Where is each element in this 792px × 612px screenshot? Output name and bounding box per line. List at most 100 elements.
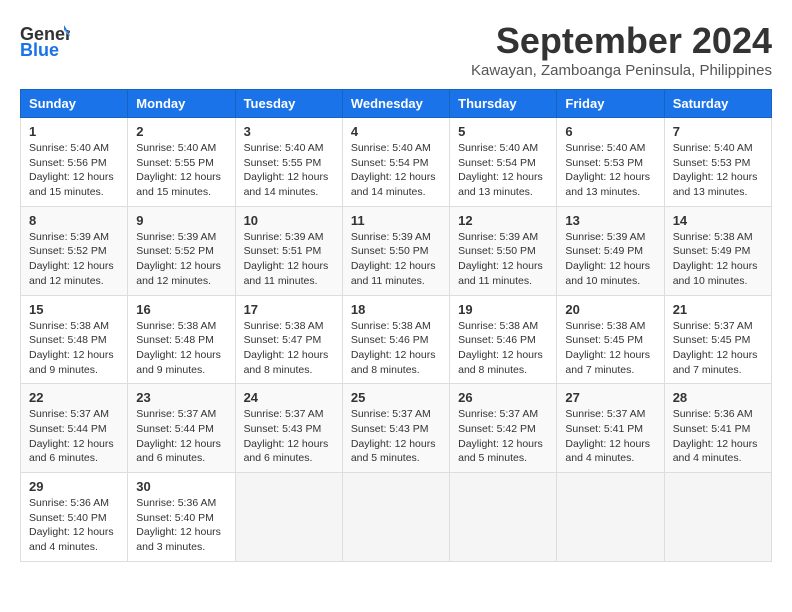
day-info: Sunrise: 5:38 AMSunset: 5:45 PMDaylight:… [565,319,655,378]
day-info: Sunrise: 5:38 AMSunset: 5:46 PMDaylight:… [458,319,548,378]
day-info: Sunrise: 5:40 AMSunset: 5:55 PMDaylight:… [136,141,226,200]
calendar-day-24: 24 Sunrise: 5:37 AMSunset: 5:43 PMDayligh… [235,384,342,473]
calendar-day-25: 25Sunrise: 5:37 AMSunset: 5:43 PMDayligh… [342,384,449,473]
day-number: 10 [244,213,334,228]
calendar-day-12: 12 Sunrise: 5:39 AMSunset: 5:50 PMDayligh… [450,206,557,295]
day-info: Sunrise: 5:37 AMSunset: 5:45 PMDaylight:… [673,319,763,378]
day-number: 2 [136,124,226,139]
day-info: Sunrise: 5:39 AMSunset: 5:52 PMDaylight:… [136,230,226,289]
day-number: 22 [29,390,119,405]
calendar-day-20: 20 Sunrise: 5:38 AMSunset: 5:45 PMDayligh… [557,295,664,384]
weekday-header-sunday: Sunday [21,90,128,118]
day-number: 6 [565,124,655,139]
day-number: 9 [136,213,226,228]
calendar-day-23: 23Sunrise: 5:37 AMSunset: 5:44 PMDayligh… [128,384,235,473]
day-number: 17 [244,302,334,317]
day-info: Sunrise: 5:38 AMSunset: 5:49 PMDaylight:… [673,230,763,289]
day-number: 19 [458,302,548,317]
calendar-day-27: 27 Sunrise: 5:37 AMSunset: 5:41 PMDayligh… [557,384,664,473]
weekday-header-friday: Friday [557,90,664,118]
day-info: Sunrise: 5:36 AMSunset: 5:41 PMDaylight:… [673,407,763,466]
calendar-day-6: 6Sunrise: 5:40 AMSunset: 5:53 PMDaylight… [557,118,664,207]
calendar-day-7: 7Sunrise: 5:40 AMSunset: 5:53 PMDaylight… [664,118,771,207]
weekday-header-row: SundayMondayTuesdayWednesdayThursdayFrid… [21,90,772,118]
empty-cell [664,473,771,562]
day-number: 16 [136,302,226,317]
calendar-day-26: 26 Sunrise: 5:37 AMSunset: 5:42 PMDayligh… [450,384,557,473]
calendar-day-15: 15Sunrise: 5:38 AMSunset: 5:48 PMDayligh… [21,295,128,384]
day-info: Sunrise: 5:39 AMSunset: 5:52 PMDaylight:… [29,230,119,289]
day-info: Sunrise: 5:37 AMSunset: 5:44 PMDaylight:… [136,407,226,466]
empty-cell [557,473,664,562]
day-info: Sunrise: 5:40 AMSunset: 5:56 PMDaylight:… [29,141,119,200]
day-number: 27 [565,390,655,405]
day-number: 4 [351,124,441,139]
day-number: 12 [458,213,548,228]
day-info: Sunrise: 5:37 AMSunset: 5:43 PMDaylight:… [244,407,334,466]
calendar-day-4: 4Sunrise: 5:40 AMSunset: 5:54 PMDaylight… [342,118,449,207]
logo: General Blue [20,20,72,60]
day-info: Sunrise: 5:38 AMSunset: 5:48 PMDaylight:… [136,319,226,378]
calendar-day-21: 21 Sunrise: 5:37 AMSunset: 5:45 PMDayligh… [664,295,771,384]
calendar-day-10: 10 Sunrise: 5:39 AMSunset: 5:51 PMDayligh… [235,206,342,295]
calendar-week-5: 29Sunrise: 5:36 AMSunset: 5:40 PMDayligh… [21,473,772,562]
day-info: Sunrise: 5:39 AMSunset: 5:49 PMDaylight:… [565,230,655,289]
calendar-day-17: 17 Sunrise: 5:38 AMSunset: 5:47 PMDayligh… [235,295,342,384]
day-info: Sunrise: 5:38 AMSunset: 5:46 PMDaylight:… [351,319,441,378]
day-info: Sunrise: 5:38 AMSunset: 5:47 PMDaylight:… [244,319,334,378]
empty-cell [450,473,557,562]
day-number: 1 [29,124,119,139]
calendar-day-8: 8Sunrise: 5:39 AMSunset: 5:52 PMDaylight… [21,206,128,295]
weekday-header-wednesday: Wednesday [342,90,449,118]
day-number: 13 [565,213,655,228]
calendar-day-19: 19 Sunrise: 5:38 AMSunset: 5:46 PMDayligh… [450,295,557,384]
day-info: Sunrise: 5:40 AMSunset: 5:55 PMDaylight:… [244,141,334,200]
title-area: September 2024 Kawayan, Zamboanga Penins… [471,20,772,79]
day-info: Sunrise: 5:39 AMSunset: 5:50 PMDaylight:… [351,230,441,289]
logo-icon: General Blue [20,20,70,60]
weekday-header-tuesday: Tuesday [235,90,342,118]
location-subtitle: Kawayan, Zamboanga Peninsula, Philippine… [471,62,772,79]
day-info: Sunrise: 5:37 AMSunset: 5:41 PMDaylight:… [565,407,655,466]
day-number: 15 [29,302,119,317]
calendar-week-2: 8Sunrise: 5:39 AMSunset: 5:52 PMDaylight… [21,206,772,295]
svg-text:Blue: Blue [20,40,59,60]
calendar-day-18: 18 Sunrise: 5:38 AMSunset: 5:46 PMDayligh… [342,295,449,384]
weekday-header-thursday: Thursday [450,90,557,118]
day-number: 11 [351,213,441,228]
day-info: Sunrise: 5:36 AMSunset: 5:40 PMDaylight:… [136,496,226,555]
calendar-day-16: 16 Sunrise: 5:38 AMSunset: 5:48 PMDayligh… [128,295,235,384]
day-number: 30 [136,479,226,494]
calendar-week-1: 1 Sunrise: 5:40 AMSunset: 5:56 PMDaylight… [21,118,772,207]
day-info: Sunrise: 5:39 AMSunset: 5:50 PMDaylight:… [458,230,548,289]
day-info: Sunrise: 5:40 AMSunset: 5:54 PMDaylight:… [458,141,548,200]
day-info: Sunrise: 5:36 AMSunset: 5:40 PMDaylight:… [29,496,119,555]
weekday-header-monday: Monday [128,90,235,118]
weekday-header-saturday: Saturday [664,90,771,118]
calendar-day-14: 14 Sunrise: 5:38 AMSunset: 5:49 PMDayligh… [664,206,771,295]
calendar-week-3: 15 Sunrise: 5:38 AMSunset: 5:48 PMDayligh… [21,295,772,384]
empty-cell [235,473,342,562]
month-title: September 2024 [471,20,772,62]
calendar-day-22: 22 Sunrise: 5:37 AMSunset: 5:44 PMDayligh… [21,384,128,473]
day-info: Sunrise: 5:37 AMSunset: 5:44 PMDaylight:… [29,407,119,466]
day-number: 18 [351,302,441,317]
calendar-day-30: 30 Sunrise: 5:36 AMSunset: 5:40 PMDayligh… [128,473,235,562]
calendar-day-3: 3Sunrise: 5:40 AMSunset: 5:55 PMDaylight… [235,118,342,207]
day-number: 28 [673,390,763,405]
day-number: 5 [458,124,548,139]
day-number: 24 [244,390,334,405]
day-info: Sunrise: 5:37 AMSunset: 5:43 PMDaylight:… [351,407,441,466]
day-info: Sunrise: 5:39 AMSunset: 5:51 PMDaylight:… [244,230,334,289]
calendar-day-28: 28 Sunrise: 5:36 AMSunset: 5:41 PMDayligh… [664,384,771,473]
calendar-day-2: 2 Sunrise: 5:40 AMSunset: 5:55 PMDaylight… [128,118,235,207]
calendar-day-1: 1 Sunrise: 5:40 AMSunset: 5:56 PMDaylight… [21,118,128,207]
day-number: 20 [565,302,655,317]
day-number: 14 [673,213,763,228]
day-number: 21 [673,302,763,317]
calendar-table: SundayMondayTuesdayWednesdayThursdayFrid… [20,89,772,562]
day-number: 26 [458,390,548,405]
day-info: Sunrise: 5:37 AMSunset: 5:42 PMDaylight:… [458,407,548,466]
empty-cell [342,473,449,562]
calendar-week-4: 22 Sunrise: 5:37 AMSunset: 5:44 PMDayligh… [21,384,772,473]
